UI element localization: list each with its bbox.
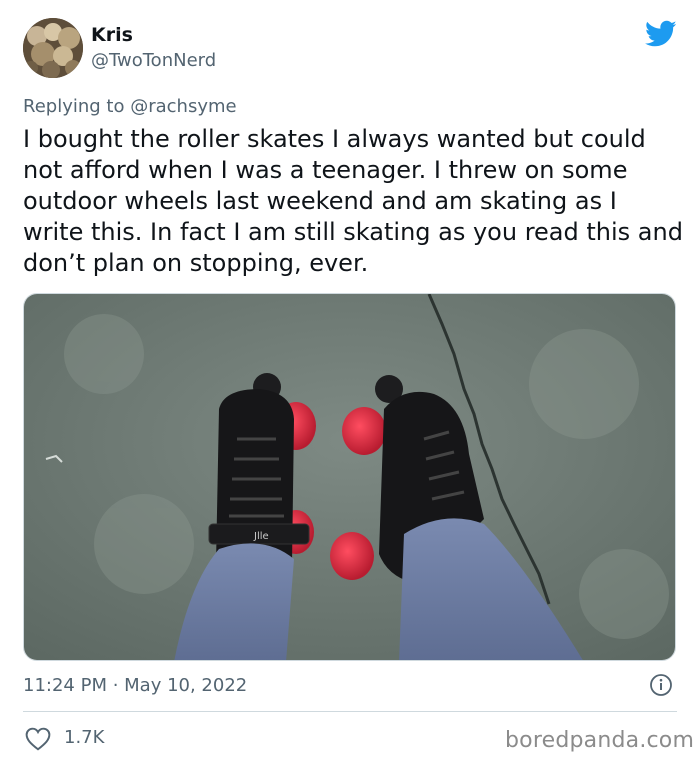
heart-icon[interactable] <box>25 727 51 751</box>
skate-strap-label: Jlle <box>253 531 269 542</box>
replying-to: Replying to @rachsyme <box>23 96 237 117</box>
info-icon[interactable] <box>649 673 673 697</box>
tweet-card: Kris @TwoTonNerd Replying to @rachsyme I… <box>0 0 700 764</box>
display-name[interactable]: Kris <box>91 24 133 46</box>
tweet-photo[interactable]: Jlle <box>23 293 676 661</box>
replying-prefix: Replying to <box>23 96 131 117</box>
twitter-bird-icon <box>645 20 677 47</box>
user-handle[interactable]: @TwoTonNerd <box>91 50 216 71</box>
like-count[interactable]: 1.7K <box>64 727 104 748</box>
watermark: boredpanda.com <box>505 728 695 753</box>
divider <box>23 711 677 712</box>
tweet-text: I bought the roller skates I always want… <box>23 125 683 277</box>
avatar[interactable] <box>23 18 83 78</box>
reply-mention-link[interactable]: @rachsyme <box>130 96 236 117</box>
tweet-timestamp[interactable]: 11:24 PM · May 10, 2022 <box>23 675 247 696</box>
